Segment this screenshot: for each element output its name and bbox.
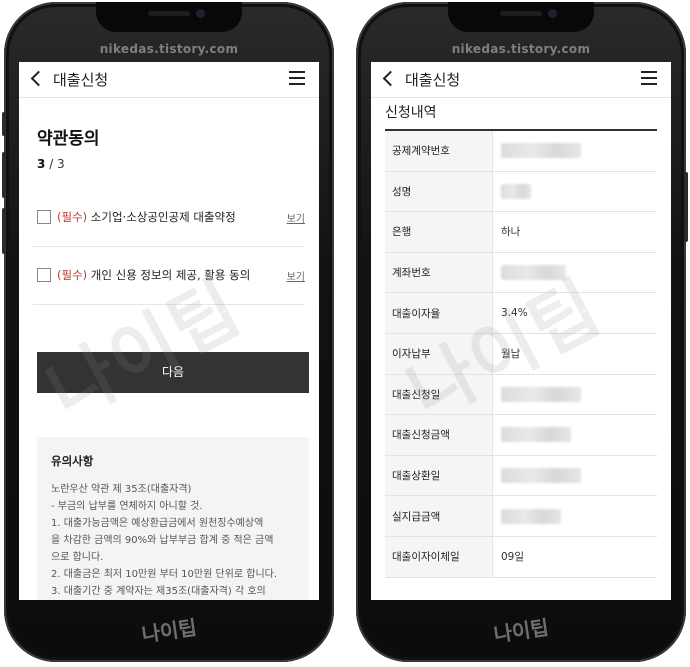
table-row: 이자납부 월납 (385, 333, 657, 375)
notice-line: 노란우산 약관 제 35조(대출자격) (51, 484, 192, 495)
brand-logo-watermark: 나이팁 (140, 615, 199, 647)
row-value: 하나 (501, 226, 521, 239)
row-value: 09일 (501, 551, 525, 564)
terms-title: 소기업·소상공인공제 대출약정 (90, 210, 236, 224)
step-total: / 3 (49, 157, 65, 171)
row-label: 대출상환일 (385, 455, 493, 496)
row-label: 공제계약번호 (385, 131, 493, 171)
terms-label: (필수) 개인 신용 정보의 제공, 활용 동의 (57, 267, 250, 283)
row-label: 이자납부 (385, 333, 493, 374)
masked-value (501, 131, 581, 171)
front-camera (196, 9, 205, 18)
row-value: 3.4% (501, 307, 528, 320)
next-button[interactable]: 다음 (37, 352, 309, 393)
table-row: 대출상환일 (385, 455, 657, 497)
notice-line: - 부금의 납부를 연체하지 아니할 것. (51, 501, 203, 512)
notice-line: 1. 대출가능금액은 예상환급금에서 원천징수예상액 (51, 518, 264, 529)
table-row: 계좌번호 (385, 252, 657, 294)
row-label: 실지급금액 (385, 496, 493, 536)
notice-line: 을 차감한 금액의 90%와 납부부금 합계 중 적은 금액 (51, 535, 274, 546)
volume-up-button (2, 152, 6, 198)
header-title: 대출신청 (53, 71, 109, 89)
speaker (500, 11, 542, 16)
required-tag: (필수) (57, 268, 88, 282)
step-indicator: 3 / 3 (37, 157, 65, 171)
redacted-bar (501, 183, 531, 199)
required-tag: (필수) (57, 210, 88, 224)
row-label: 계좌번호 (385, 252, 493, 293)
notice-line: 2. 대출금은 최저 10만원 부터 10만원 단위로 합니다. (51, 569, 278, 580)
notch (96, 2, 242, 32)
row-label: 대출신청금액 (385, 415, 493, 455)
notice-line: 으로 합니다. (51, 552, 104, 563)
terms-item: (필수) 소기업·소상공인공제 대출약정 보기 (33, 189, 305, 247)
table-row: 성명 (385, 171, 657, 213)
hamburger-menu-icon[interactable] (289, 71, 305, 85)
masked-value (501, 415, 571, 455)
table-row: 공제계약번호 (385, 131, 657, 172)
row-label: 대출이자율 (385, 293, 493, 333)
redacted-bar (501, 143, 581, 159)
masked-value (501, 375, 581, 415)
app-header: 대출신청 (371, 62, 671, 98)
speaker (148, 11, 190, 16)
notice-line: 3. 대출기간 중 계약자는 제35조(대출자격) 각 호의 (51, 586, 266, 597)
masked-value (501, 456, 581, 496)
table-row: 대출이자이체일 09일 (385, 536, 657, 578)
redacted-bar (501, 265, 566, 281)
redacted-bar (501, 508, 561, 524)
step-current: 3 (37, 157, 46, 171)
redacted-bar (501, 427, 571, 443)
mute-switch (2, 112, 6, 136)
notice-box: 유의사항 노란우산 약관 제 35조(대출자격) - 부금의 납부를 연체하지 … (37, 437, 309, 600)
screen-terms: 대출신청 약관동의 3 / 3 (필수) 소기업·소상공인공제 대출약정 보기 … (19, 62, 319, 600)
masked-value (501, 496, 561, 536)
front-camera (548, 9, 557, 18)
site-watermark: nikedas.tistory.com (99, 42, 239, 56)
phone-frame-left: nikedas.tistory.com 대출신청 약관동의 3 / 3 (필수)… (2, 2, 334, 662)
site-watermark: nikedas.tistory.com (451, 42, 591, 56)
volume-down-button (2, 208, 6, 254)
terms-title: 개인 신용 정보의 제공, 활용 동의 (90, 268, 251, 282)
screen-application-details: 대출신청 신청내역 공제계약번호 성명 은행 하나계좌번호 대출이자율 3.4% 이자납부 월… (371, 62, 671, 600)
row-label: 대출신청일 (385, 374, 493, 415)
header-title: 대출신청 (405, 71, 461, 89)
view-terms-link[interactable]: 보기 (287, 210, 305, 225)
brand-logo-watermark: 나이팁 (492, 615, 551, 647)
notice-title: 유의사항 (51, 454, 94, 468)
hamburger-menu-icon[interactable] (641, 71, 657, 85)
power-button (684, 172, 688, 242)
redacted-bar (501, 468, 581, 484)
row-label: 성명 (385, 171, 493, 212)
row-value: 월납 (501, 348, 521, 361)
agree-checkbox[interactable] (37, 210, 51, 224)
application-details-table: 공제계약번호 성명 은행 하나계좌번호 대출이자율 3.4% 이자납부 월납대출신청일 대출신청… (385, 131, 657, 578)
masked-value (501, 253, 566, 293)
back-arrow-icon[interactable] (30, 70, 47, 87)
table-row: 실지급금액 (385, 496, 657, 537)
agree-checkbox[interactable] (37, 268, 51, 282)
table-row: 대출신청금액 (385, 415, 657, 456)
page-title: 약관동의 (37, 129, 100, 149)
redacted-bar (501, 386, 581, 402)
masked-value (501, 172, 531, 212)
view-terms-link[interactable]: 보기 (287, 268, 305, 283)
section-title: 신청내역 (385, 105, 437, 121)
app-header: 대출신청 (19, 62, 319, 98)
table-row: 대출이자율 3.4% (385, 293, 657, 334)
phone-frame-right: nikedas.tistory.com 대출신청 신청내역 공제계약번호 성명 은행… (356, 2, 688, 662)
back-arrow-icon[interactable] (382, 70, 399, 87)
row-label: 대출이자이체일 (385, 536, 493, 577)
table-row: 은행 하나 (385, 212, 657, 253)
table-row: 대출신청일 (385, 374, 657, 416)
terms-item: (필수) 개인 신용 정보의 제공, 활용 동의 보기 (33, 247, 305, 305)
notch (448, 2, 594, 32)
terms-label: (필수) 소기업·소상공인공제 대출약정 (57, 209, 236, 225)
row-label: 은행 (385, 212, 493, 252)
